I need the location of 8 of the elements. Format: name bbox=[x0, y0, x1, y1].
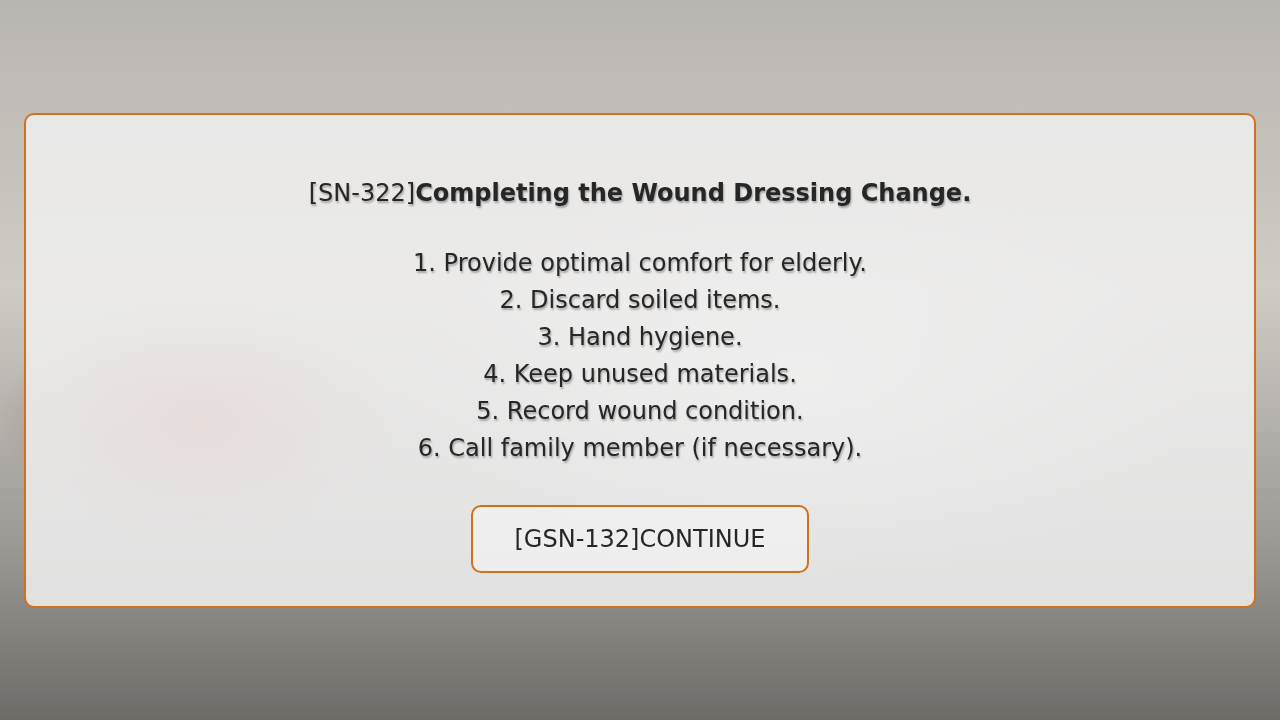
step-text: 3. Hand hygiene. bbox=[537, 322, 743, 353]
dialog-title: [SN-322]Completing the Wound Dressing Change. bbox=[308, 179, 972, 207]
step-text: 1. Provide optimal comfort for elderly. bbox=[413, 248, 867, 279]
step-text: 5. Record wound condition. bbox=[476, 396, 804, 427]
continue-button[interactable]: [GSN-132]CONTINUE bbox=[471, 505, 809, 573]
step-text: 6. Call family member (if necessary). bbox=[417, 433, 863, 464]
step-text: 2. Discard soiled items. bbox=[499, 285, 781, 316]
step-text: 4. Keep unused materials. bbox=[483, 359, 797, 390]
